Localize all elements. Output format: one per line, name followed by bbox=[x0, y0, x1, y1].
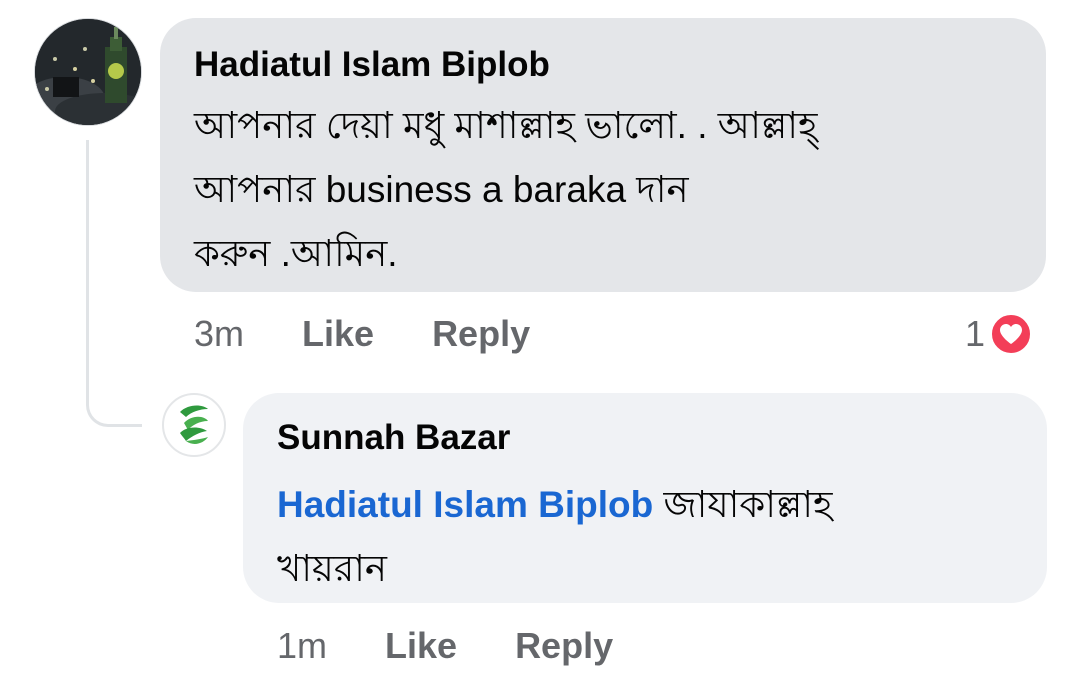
heart-icon bbox=[989, 312, 1034, 356]
avatar[interactable] bbox=[162, 393, 226, 457]
logo-icon bbox=[180, 405, 208, 444]
comment-timestamp[interactable]: 3m bbox=[194, 313, 244, 355]
reply-timestamp[interactable]: 1m bbox=[277, 625, 327, 667]
comment-author-name[interactable]: Hadiatul Islam Biplob bbox=[194, 42, 1012, 88]
avatar[interactable] bbox=[34, 18, 142, 126]
comment-bubble: Hadiatul Islam Biplob আপনার দেয়া মধু মা… bbox=[160, 18, 1046, 292]
avatar-image bbox=[35, 19, 141, 125]
reply-button[interactable]: Reply bbox=[515, 625, 613, 667]
thread-connector-line bbox=[86, 140, 142, 427]
reaction-summary[interactable]: 1 bbox=[965, 310, 1034, 358]
reply-bubble: Sunnah Bazar Hadiatul Islam Biplob জাযাক… bbox=[243, 393, 1047, 603]
reply-text-wrapper: Hadiatul Islam Biplob জাযাকাল্লাহ খায়রা… bbox=[277, 473, 1013, 601]
reply-actions: 1m Like Reply bbox=[277, 622, 671, 670]
comment-text: আপনার দেয়া মধু মাশাল্লাহ ভালো. . আল্লাহ… bbox=[194, 105, 818, 274]
comment-actions: 3m Like Reply bbox=[194, 310, 588, 358]
reply-author-name[interactable]: Sunnah Bazar bbox=[277, 415, 1013, 461]
like-button[interactable]: Like bbox=[302, 313, 374, 355]
mention-link[interactable]: Hadiatul Islam Biplob bbox=[277, 484, 653, 525]
reaction-count: 1 bbox=[965, 313, 986, 354]
like-button[interactable]: Like bbox=[385, 625, 457, 667]
reply-button[interactable]: Reply bbox=[432, 313, 530, 355]
